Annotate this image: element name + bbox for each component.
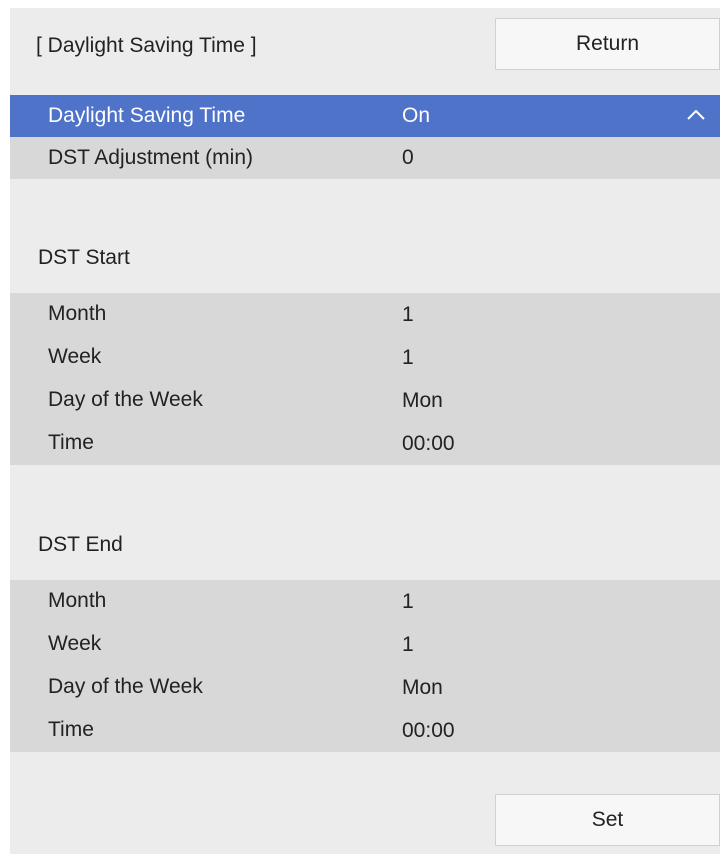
settings-panel: [ Daylight Saving Time ] Return Daylight… [10, 8, 720, 854]
return-button[interactable]: Return [495, 18, 720, 70]
dst-end-group: Month 1 Week 1 Day of the Week Mon Time … [10, 580, 720, 752]
month-value: 1 [402, 590, 414, 613]
dst-start-title: DST Start [38, 246, 130, 269]
month-value: 1 [402, 303, 414, 326]
week-label: Week [48, 632, 102, 655]
dst-end-time-row[interactable]: Time 00:00 [10, 709, 720, 752]
dst-adjustment-row[interactable]: DST Adjustment (min) 0 [10, 137, 720, 179]
month-label: Month [48, 302, 107, 325]
day-of-week-label: Day of the Week [48, 388, 203, 411]
day-of-week-value: Mon [402, 389, 443, 412]
time-label: Time [48, 718, 94, 741]
dst-end-week-row[interactable]: Week 1 [10, 623, 720, 666]
dst-start-day-row[interactable]: Day of the Week Mon [10, 379, 720, 422]
dst-setting-row[interactable]: Daylight Saving Time On [10, 95, 720, 137]
dst-label: Daylight Saving Time [48, 104, 246, 127]
week-value: 1 [402, 346, 414, 369]
dst-start-group: Month 1 Week 1 Day of the Week Mon Time … [10, 293, 720, 465]
chevron-up-icon[interactable] [684, 103, 708, 127]
time-value: 00:00 [402, 719, 455, 742]
dst-end-month-row[interactable]: Month 1 [10, 580, 720, 623]
set-button[interactable]: Set [495, 794, 720, 846]
dst-end-day-row[interactable]: Day of the Week Mon [10, 666, 720, 709]
day-of-week-value: Mon [402, 676, 443, 699]
day-of-week-label: Day of the Week [48, 675, 203, 698]
dst-adjustment-value: 0 [402, 146, 414, 169]
month-label: Month [48, 589, 107, 612]
dst-start-month-row[interactable]: Month 1 [10, 293, 720, 336]
dst-end-title: DST End [38, 533, 123, 556]
week-value: 1 [402, 633, 414, 656]
time-value: 00:00 [402, 432, 455, 455]
page-title: [ Daylight Saving Time ] [36, 34, 257, 57]
week-label: Week [48, 345, 102, 368]
dst-start-time-row[interactable]: Time 00:00 [10, 422, 720, 465]
time-label: Time [48, 431, 94, 454]
dst-adjustment-label: DST Adjustment (min) [48, 146, 254, 169]
dst-start-week-row[interactable]: Week 1 [10, 336, 720, 379]
dst-value: On [402, 104, 431, 127]
